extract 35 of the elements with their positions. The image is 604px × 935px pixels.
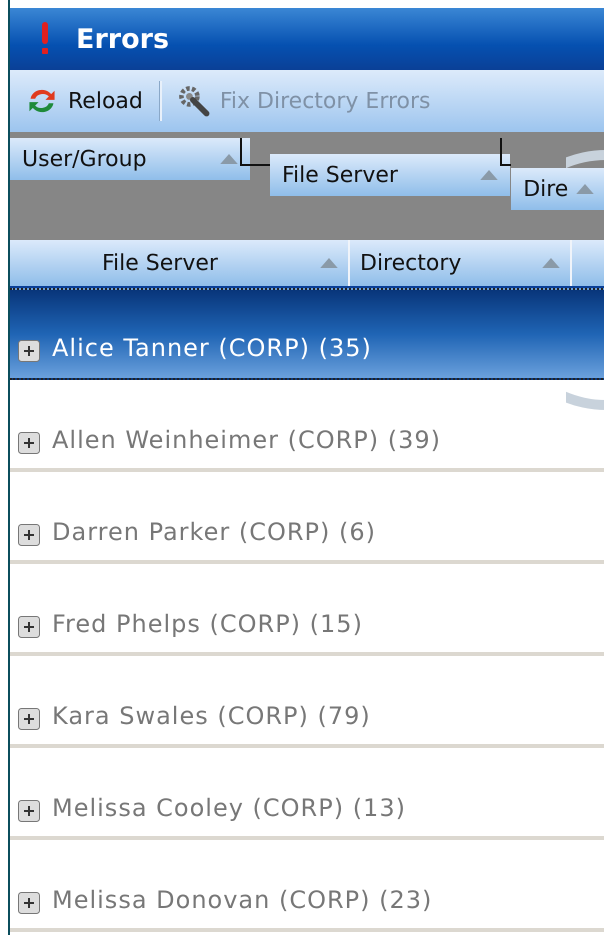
toolbar-button[interactable]: Reload [20,81,149,121]
column-header-button[interactable]: Directory [350,240,572,286]
connector-line [500,138,512,166]
group-row[interactable]: Kara Swales (CORP) (79) [10,656,604,748]
group-chip[interactable]: User/Group [10,138,250,180]
window-title: Errors [76,24,170,54]
expand-icon[interactable] [18,892,40,914]
column-header-button[interactable]: File Server [10,240,350,286]
group-chip[interactable]: File Server [270,154,510,196]
sort-arrow-icon [576,184,594,194]
row-label: Fred Phelps (CORP) (15) [52,610,363,638]
row-label: Kara Swales (CORP) (79) [52,702,371,730]
expand-icon[interactable] [18,432,40,454]
row-label: Alice Tanner (CORP) (35) [52,334,372,362]
group-row[interactable]: Fred Phelps (CORP) (15) [10,564,604,656]
group-row[interactable]: Melissa Donovan (CORP) (23) [10,840,604,932]
expand-icon[interactable] [18,708,40,730]
group-row[interactable]: Alice Tanner (CORP) (35) [10,288,604,380]
group-row[interactable]: Melissa Cooley (CORP) (13) [10,748,604,840]
row-label: Melissa Cooley (CORP) (13) [52,794,406,822]
exclamation-icon [40,22,50,56]
row-label: Melissa Donovan (CORP) (23) [52,886,432,914]
sort-arrow-icon [220,154,238,164]
expand-icon[interactable] [18,616,40,638]
expand-icon[interactable] [18,800,40,822]
group-row[interactable]: Darren Parker (CORP) (6) [10,472,604,564]
expand-icon[interactable] [18,524,40,546]
sort-arrow-icon [480,170,498,180]
expand-icon[interactable] [18,340,40,362]
group-chip[interactable]: Dire [511,168,604,210]
sort-arrow-icon [320,258,338,268]
row-label: Allen Weinheimer (CORP) (39) [52,426,442,454]
row-label: Darren Parker (CORP) (6) [52,518,376,546]
sort-arrow-icon [542,258,560,268]
gear-wrench-icon [178,85,210,117]
